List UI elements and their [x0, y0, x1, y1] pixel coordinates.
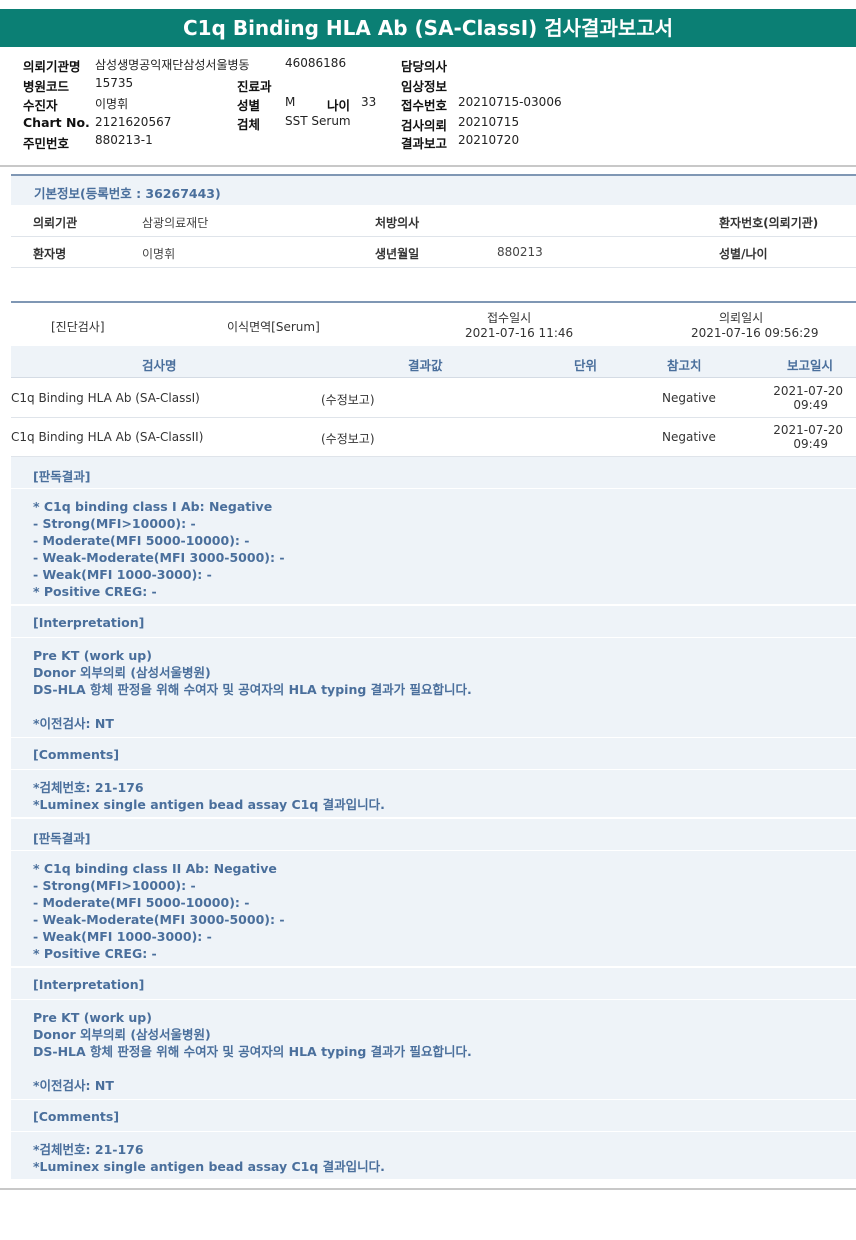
- inst-label: 의뢰기관: [33, 216, 78, 230]
- reading-result-body: * C1q binding class I Ab: Negative - Str…: [11, 489, 856, 605]
- dob-value: 880213: [497, 245, 543, 259]
- reading-result-heading: [판독결과]: [11, 819, 856, 851]
- basic-info-title: 기본정보(등록번호 : 36267443): [34, 186, 221, 201]
- received-value: 2021-07-16 11:46: [465, 326, 574, 340]
- doctor-label: 담당의사: [401, 59, 448, 74]
- receipt-no-value: 20210715-03006: [458, 95, 562, 109]
- section-body: Pre KT (work up) Donor 외부의뢰 (삼성서울병원) DS-…: [33, 1010, 472, 1093]
- section-heading: [Interpretation]: [33, 615, 145, 630]
- request-value: 20210715: [458, 115, 520, 129]
- institution-label: 의뢰기관명: [23, 59, 81, 74]
- report-date: 2021-07-20: [773, 384, 843, 398]
- reference-value: Negative: [662, 430, 716, 444]
- comments-body: *검체번호: 21-176 *Luminex single antigen be…: [11, 1132, 856, 1180]
- result-value: (수정보고): [321, 432, 375, 446]
- comments-body: *검체번호: 21-176 *Luminex single antigen be…: [11, 770, 856, 818]
- test-name: C1q Binding HLA Ab (SA-ClassI): [11, 391, 200, 405]
- section-body: Pre KT (work up) Donor 외부의뢰 (삼성서울병원) DS-…: [33, 648, 472, 731]
- age-label: 나이: [327, 98, 351, 113]
- report-time: 09:49: [793, 398, 828, 412]
- patient-no-label: 환자번호(의뢰기관): [719, 216, 819, 230]
- requested-label: 의뢰일시: [719, 311, 764, 325]
- table-row: C1q Binding HLA Ab (SA-ClassI) (수정보고) Ne…: [11, 379, 856, 418]
- chart-no-label: Chart No.: [23, 115, 90, 130]
- requested-value: 2021-07-16 09:56:29: [691, 326, 819, 340]
- rrn-value: 880213-1: [95, 133, 153, 147]
- reading-result-heading: [판독결과]: [11, 457, 856, 489]
- clinical-info-label: 임상정보: [401, 79, 448, 94]
- received-label: 접수일시: [487, 311, 532, 325]
- section-body: * C1q binding class I Ab: Negative - Str…: [33, 499, 285, 599]
- inst-value: 삼광의료재단: [142, 216, 209, 230]
- report-date-label: 결과보고: [401, 136, 448, 151]
- record-category: [진단검사]: [51, 320, 105, 334]
- report-title: C1q Binding HLA Ab (SA-ClassI) 검사결과보고서: [0, 9, 856, 47]
- reference-value: Negative: [662, 391, 716, 405]
- basic-info-row-1: 의뢰기관 삼광의료재단 처방의사 환자번호(의뢰기관): [11, 206, 856, 237]
- results-table-header: 검사명 결과값 단위 참고치 보고일시: [11, 346, 856, 378]
- sex-label: 성별: [237, 98, 261, 113]
- hospital-code-label: 병원코드: [23, 79, 70, 94]
- header-divider: [0, 165, 856, 167]
- report-header: 의뢰기관명 삼성생명공익재단삼성서울병동 46086186 담당의사 병원코드 …: [0, 47, 856, 165]
- result-value: (수정보고): [321, 393, 375, 407]
- basic-info-title-bar: 기본정보(등록번호 : 36267443): [11, 176, 856, 205]
- institution-value: 삼성생명공익재단삼성서울병동: [95, 58, 250, 72]
- footer-divider: [0, 1188, 856, 1190]
- interpretation-body: Pre KT (work up) Donor 외부의뢰 (삼성서울병원) DS-…: [11, 638, 856, 738]
- col-result: 결과값: [408, 358, 443, 373]
- dept-label: 진료과: [237, 79, 272, 94]
- section-body: * C1q binding class II Ab: Negative - St…: [33, 861, 285, 961]
- specimen-label: 검체: [237, 117, 261, 132]
- section-divider: [11, 301, 856, 303]
- specimen-value: SST Serum: [285, 114, 351, 128]
- reading-result-body: * C1q binding class II Ab: Negative - St…: [11, 851, 856, 967]
- section-heading: [Comments]: [33, 1109, 120, 1124]
- record-row: [진단검사] 이식면역[Serum] 접수일시 2021-07-16 11:46…: [11, 304, 856, 346]
- request-label: 검사의뢰: [401, 118, 448, 133]
- prescriber-label: 처방의사: [375, 216, 420, 230]
- institution-code: 46086186: [285, 56, 347, 70]
- section-body: *검체번호: 21-176 *Luminex single antigen be…: [33, 780, 385, 812]
- section-heading: [Comments]: [33, 747, 120, 762]
- report-date-value: 20210720: [458, 133, 520, 147]
- comments-heading: [Comments]: [11, 738, 856, 770]
- interpretation-body: Pre KT (work up) Donor 외부의뢰 (삼성서울병원) DS-…: [11, 1000, 856, 1100]
- section-body: *검체번호: 21-176 *Luminex single antigen be…: [33, 1142, 385, 1174]
- comments-heading: [Comments]: [11, 1100, 856, 1132]
- report-date: 2021-07-20: [773, 423, 843, 437]
- receipt-no-label: 접수번호: [401, 98, 448, 113]
- section-heading: [판독결과]: [33, 469, 91, 484]
- patient-label: 수진자: [23, 98, 58, 113]
- col-test-name: 검사명: [142, 358, 177, 373]
- section-heading: [Interpretation]: [33, 977, 145, 992]
- patient-value: 이명휘: [95, 97, 129, 111]
- sex-age-label: 성별/나이: [719, 247, 768, 261]
- sex-value: M: [285, 95, 296, 109]
- patient-name-value: 이명휘: [142, 247, 176, 261]
- test-name: C1q Binding HLA Ab (SA-ClassII): [11, 430, 204, 444]
- rrn-label: 주민번호: [23, 136, 70, 151]
- table-row: C1q Binding HLA Ab (SA-ClassII) (수정보고) N…: [11, 418, 856, 457]
- interpretation-heading: [Interpretation]: [11, 968, 856, 1000]
- dob-label: 생년월일: [375, 247, 420, 261]
- section-heading: [판독결과]: [33, 831, 91, 846]
- basic-info-row-2: 환자명 이명휘 생년월일 880213 성별/나이: [11, 237, 856, 268]
- report-time: 09:49: [793, 437, 828, 451]
- col-report-date: 보고일시: [787, 358, 834, 373]
- record-dept: 이식면역[Serum]: [227, 320, 320, 334]
- patient-name-label: 환자명: [33, 247, 67, 261]
- col-unit: 단위: [574, 358, 598, 373]
- col-reference: 참고치: [667, 358, 702, 373]
- interpretation-heading: [Interpretation]: [11, 606, 856, 638]
- hospital-code-value: 15735: [95, 76, 134, 90]
- age-value: 33: [361, 95, 377, 109]
- chart-no-value: 2121620567: [95, 115, 172, 129]
